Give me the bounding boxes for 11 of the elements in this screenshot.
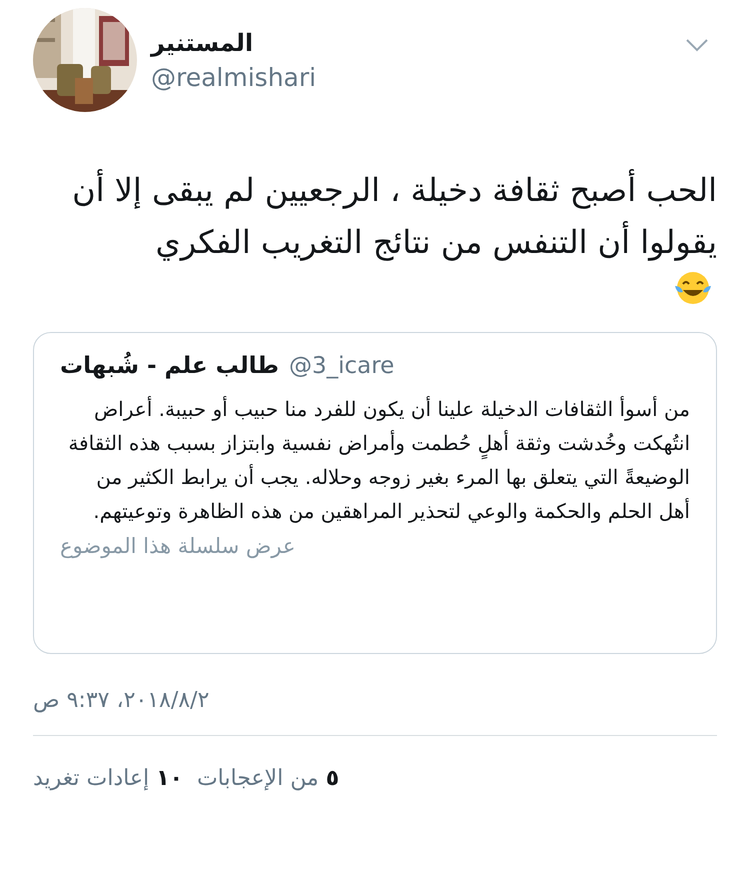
- author-handle: @realmishari: [151, 62, 316, 94]
- timestamp: ٢٠١٨/٨/٢، ٩:٣٧ ص: [33, 687, 210, 715]
- quoted-author-handle: @3_icare: [288, 352, 394, 381]
- tears-of-joy-emoji-icon: [673, 270, 713, 306]
- quoted-tweet-card[interactable]: [33, 332, 717, 654]
- author-name: المستنير: [151, 28, 254, 59]
- stat-count-label[interactable]: ١٠ إعادات تغريد: [33, 762, 183, 795]
- quoted-author-name: طالب علم - شُبهات: [60, 350, 279, 381]
- quoted-tweet-text: من أسوأ الثقافات الدخيلة علينا أن يكون للفرد منا حبيب أو حبيبة. أعراض انتُهكت وخُدشت وثقة أهلٍ حُطمت وأمراض نفسية وابتزاز بسبب هذه الثقافة الوضيعةً التي يتعلق بها المرء بغير زوجه وحلاله. يجب أن يرابط الكثير من أهل الحلم والحكمة والوعي لتحذير المراهقين من هذه الظاهرة وتوعيتهم.: [67, 395, 690, 525]
- stat-count-label[interactable]: ٥ من الإعجابات: [196, 762, 340, 795]
- tweet-text: الحب أصبح ثقافة دخيلة ، الرجعيين لم يبقى إلا أن يقولوا أن التنفس من نتائج التغريب الفكري: [71, 168, 717, 263]
